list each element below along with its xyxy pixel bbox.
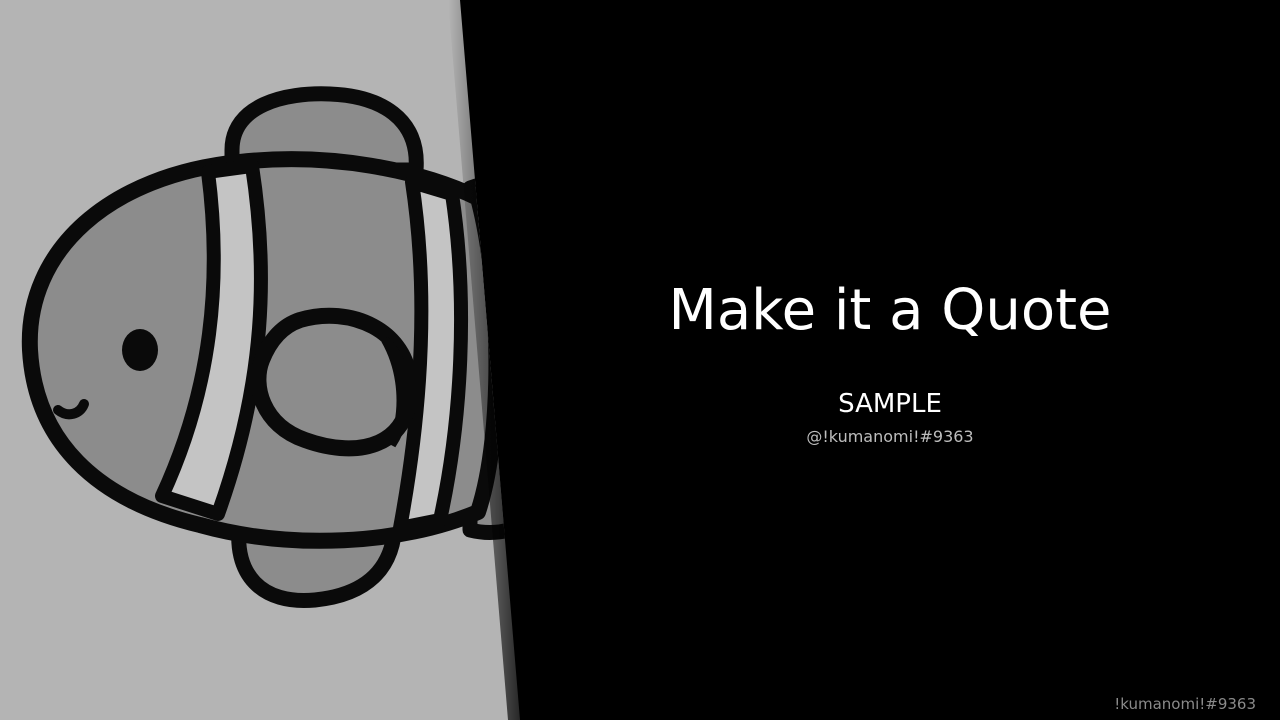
avatar-image [0, 0, 540, 720]
author-handle: @!kumanomi!#9363 [806, 427, 974, 446]
quote-card: Make it a Quote SAMPLE @!kumanomi!#9363 … [0, 0, 1280, 720]
author-name: SAMPLE [838, 389, 942, 419]
quote-text: Make it a Quote [668, 278, 1112, 343]
watermark: !kumanomi!#9363 [1114, 695, 1256, 713]
